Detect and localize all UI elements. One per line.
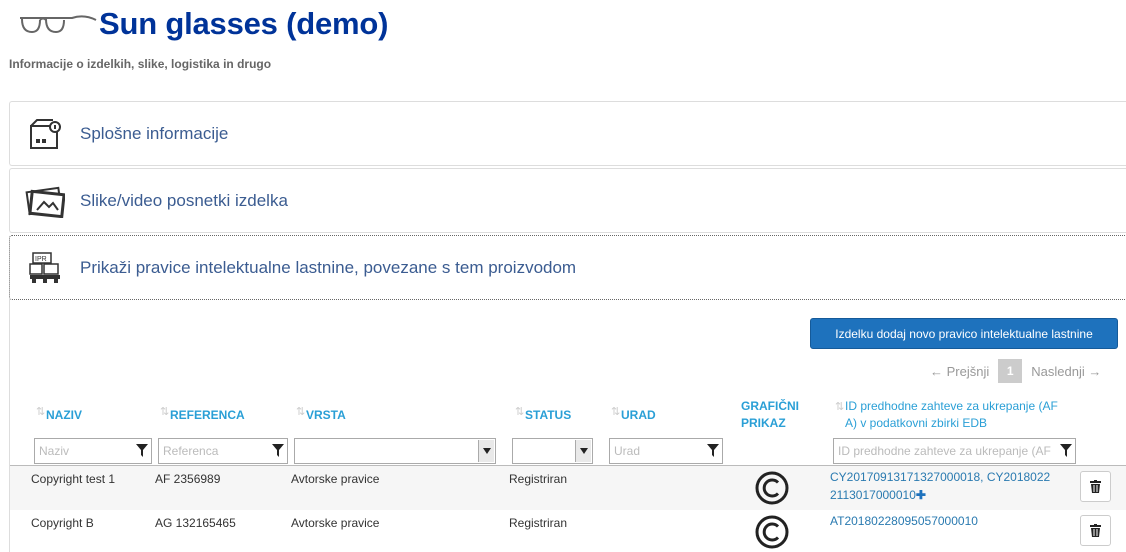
cell-referenca: AG 132165465 — [155, 516, 236, 530]
svg-text:IPR: IPR — [35, 256, 47, 263]
filter-icon — [1060, 444, 1072, 458]
panel-general-info[interactable]: Splošne informacije — [9, 101, 1126, 166]
panel-ipr[interactable]: IPR Prikaži pravice intelektualne lastni… — [9, 235, 1126, 300]
cell-id-links[interactable]: AT20180228095057000010 — [830, 512, 978, 530]
filter-vrsta-select[interactable] — [294, 438, 496, 464]
photos-icon — [10, 169, 80, 232]
col-header-id-line1: ID predhodne zahteve za ukrepanje (AF — [845, 399, 1058, 413]
box-info-icon — [10, 102, 80, 165]
filter-naziv-placeholder: Naziv — [39, 444, 70, 458]
filter-naziv-input[interactable]: Naziv — [34, 438, 152, 464]
cell-status: Registriran — [509, 472, 568, 486]
sort-icon: ⇅ — [160, 406, 170, 418]
filter-referenca-placeholder: Referenca — [163, 444, 219, 458]
trash-icon — [1090, 524, 1101, 537]
cell-vrsta: Avtorske pravice — [291, 472, 380, 486]
col-header-graficni-line2: PRIKAZ — [741, 416, 786, 430]
col-header-vrsta[interactable]: ⇅ VRSTA — [296, 406, 346, 422]
filter-icon — [272, 444, 284, 457]
panel-ipr-label: Prikaži pravice intelektualne lastnine, … — [80, 257, 577, 277]
current-page[interactable]: 1 — [998, 359, 1023, 383]
prev-page-link[interactable]: ← Prejšnji — [930, 364, 989, 379]
delete-button[interactable] — [1080, 471, 1111, 502]
cell-id-links[interactable]: CY20170913171327000018, CY2018022 211301… — [830, 468, 1050, 504]
col-header-graficni: GRAFIČNI PRIKAZ — [741, 398, 799, 432]
cell-referenca: AF 2356989 — [155, 472, 221, 486]
panel-general-info-label: Splošne informacije — [80, 123, 229, 143]
next-page-link[interactable]: Naslednji → — [1031, 364, 1101, 379]
col-header-referenca[interactable]: ⇅ REFERENCA — [160, 406, 245, 422]
cell-naziv: Copyright test 1 — [31, 472, 116, 486]
table-row: Copyright B AG 132165465 Avtorske pravic… — [10, 510, 1126, 552]
pagination: ← Prejšnji 1 Naslednji → — [930, 359, 1101, 383]
sort-icon: ⇅ — [36, 406, 46, 418]
cell-vrsta: Avtorske pravice — [291, 516, 380, 530]
chevron-down-icon — [478, 440, 494, 462]
col-header-urad[interactable]: ⇅ URAD — [611, 406, 656, 422]
filter-status-select[interactable] — [512, 438, 593, 464]
cell-naziv: Copyright B — [31, 516, 94, 530]
col-header-status[interactable]: ⇅ STATUS — [515, 406, 571, 422]
sort-icon: ⇅ — [611, 406, 621, 418]
copyright-icon — [755, 471, 789, 505]
glasses-logo-icon — [18, 6, 98, 50]
delete-button[interactable] — [1080, 515, 1111, 546]
expand-plus-icon[interactable]: ✚ — [916, 488, 926, 502]
sort-icon: ⇅ — [515, 406, 525, 418]
sort-icon: ⇅ — [296, 406, 306, 418]
page-title: Sun glasses (demo) — [99, 6, 389, 41]
col-header-graficni-line1: GRAFIČNI — [741, 399, 799, 413]
copyright-icon — [755, 515, 789, 549]
col-header-id[interactable]: ⇅ ID predhodne zahteve za ukrepanje (AF … — [835, 398, 1058, 432]
add-ipr-button[interactable]: Izdelku dodaj novo pravico intelektualne… — [810, 318, 1118, 349]
filter-id-placeholder: ID predhodne zahteve za ukrepanje (AF — [838, 444, 1051, 458]
page-subtitle: Informacije o izdelkih, slike, logistika… — [9, 57, 272, 71]
chevron-down-icon — [575, 440, 591, 462]
table-row: Copyright test 1 AF 2356989 Avtorske pra… — [10, 466, 1126, 510]
filter-referenca-input[interactable]: Referenca — [158, 438, 288, 464]
panel-media-label: Slike/video posnetki izdelka — [80, 190, 288, 210]
filter-urad-placeholder: Urad — [614, 444, 641, 458]
id-link-line1[interactable]: CY20170913171327000018, CY2018022 — [830, 468, 1050, 486]
trash-icon — [1090, 480, 1101, 493]
col-header-id-line2: A) v podatkovni zbirki EDB — [845, 416, 988, 430]
ipr-content: Izdelku dodaj novo pravico intelektualne… — [9, 298, 1126, 552]
filter-icon — [707, 444, 719, 457]
cell-status: Registriran — [509, 516, 568, 530]
filter-id-input[interactable]: ID predhodne zahteve za ukrepanje (AF — [833, 438, 1076, 464]
sort-icon: ⇅ — [835, 401, 845, 413]
col-header-naziv[interactable]: ⇅ NAZIV — [36, 406, 82, 422]
filter-urad-input[interactable]: Urad — [609, 438, 723, 464]
filter-icon — [136, 444, 148, 457]
panel-media[interactable]: Slike/video posnetki izdelka — [9, 168, 1126, 233]
id-link-line1[interactable]: AT20180228095057000010 — [830, 512, 978, 530]
ipr-icon: IPR — [10, 236, 80, 299]
id-link-line2[interactable]: 2113017000010 — [830, 488, 916, 502]
